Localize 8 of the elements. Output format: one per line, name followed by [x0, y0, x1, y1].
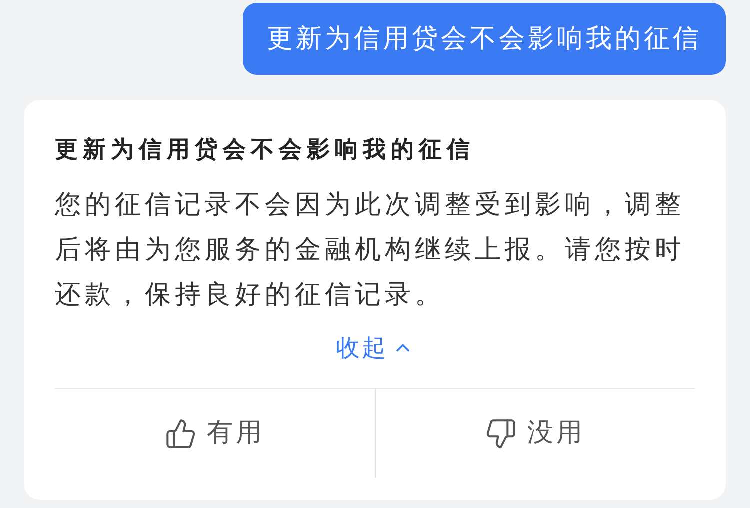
answer-title: 更新为信用贷会不会影响我的征信 — [55, 136, 476, 165]
user-message-bubble: 更新为信用贷会不会影响我的征信 — [243, 3, 726, 75]
helpful-button[interactable]: 有用 — [55, 389, 374, 478]
thumbs-up-icon — [164, 418, 197, 450]
collapse-button[interactable]: 收起 — [336, 330, 414, 366]
thumbs-down-icon — [485, 418, 518, 450]
not-helpful-button[interactable]: 没用 — [374, 389, 695, 478]
answer-text: 您的征信记录不会因为此次调整受到影响，调整后将由为您服务的金融机构继续上报。请您按时还款，保持良好的征信记录。 — [55, 189, 686, 312]
